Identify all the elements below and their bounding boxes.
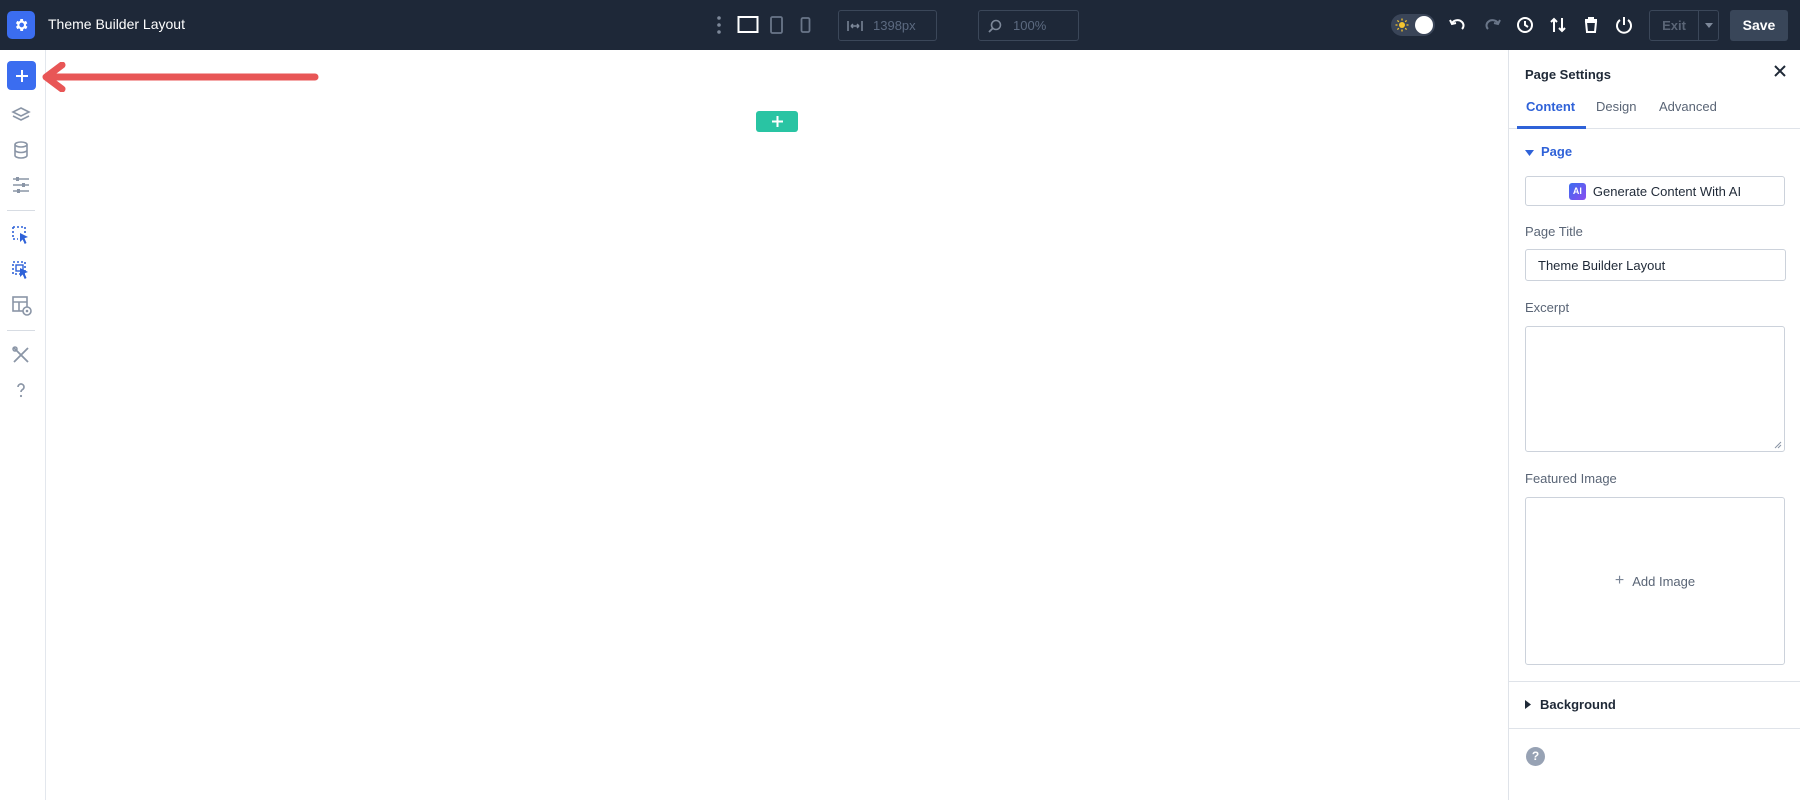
caret-down-icon — [1525, 150, 1534, 156]
redo-icon[interactable] — [1482, 15, 1502, 35]
settings-gear-button[interactable] — [7, 11, 35, 39]
add-section-button[interactable] — [756, 111, 798, 132]
help-icon[interactable] — [11, 380, 31, 400]
section-divider — [1509, 728, 1800, 729]
toggle-knob — [1415, 16, 1433, 34]
desktop-view-icon[interactable] — [737, 15, 759, 35]
plus-icon — [15, 69, 28, 82]
tablet-view-icon[interactable] — [769, 15, 785, 35]
featured-image-upload[interactable]: + Add Image — [1525, 497, 1785, 665]
background-section-toggle[interactable]: Background — [1525, 697, 1616, 712]
active-tab-indicator — [1517, 126, 1586, 129]
page-title-label: Page Title — [1525, 224, 1583, 239]
generate-ai-button[interactable]: AI Generate Content With AI — [1525, 176, 1785, 206]
add-image-label: Add Image — [1632, 573, 1696, 589]
caret-down-icon — [1704, 23, 1713, 28]
section-divider — [1509, 681, 1800, 682]
tab-advanced[interactable]: Advanced — [1659, 99, 1717, 114]
database-icon[interactable] — [11, 140, 31, 160]
page-section-label: Page — [1541, 144, 1573, 159]
ai-icon: AI — [1568, 182, 1586, 200]
portability-icon[interactable] — [1548, 15, 1568, 35]
settings-tabs: Content Design Advanced — [1509, 92, 1800, 129]
left-sidebar — [0, 50, 46, 800]
page-title-input[interactable]: Theme Builder Layout — [1525, 249, 1786, 281]
rail-divider — [7, 210, 35, 211]
rail-divider — [7, 330, 35, 331]
close-icon[interactable] — [1773, 64, 1787, 78]
history-icon[interactable] — [1515, 15, 1535, 35]
annotation-arrow-icon — [42, 62, 319, 92]
help-button[interactable]: ? — [1526, 747, 1545, 766]
top-toolbar: Theme Builder Layout 1398px 100% Exit Sa… — [0, 0, 1800, 50]
width-arrows-icon — [847, 20, 863, 31]
add-module-button[interactable] — [7, 61, 36, 90]
canvas-width-value: 1398px — [873, 18, 916, 33]
exit-dropdown[interactable] — [1698, 11, 1718, 40]
zoom-value: 100% — [1013, 18, 1047, 33]
canvas-width-field[interactable]: 1398px — [838, 10, 937, 41]
resize-grip-icon[interactable] — [1774, 441, 1782, 449]
more-options-icon[interactable] — [716, 15, 722, 35]
zoom-icon — [988, 19, 1002, 33]
caret-right-icon — [1525, 700, 1531, 709]
plus-icon — [771, 116, 783, 127]
tab-content[interactable]: Content — [1526, 99, 1575, 114]
power-icon[interactable] — [1614, 15, 1634, 35]
clear-layout-icon[interactable] — [1581, 15, 1601, 35]
select-cursor-icon[interactable] — [11, 225, 31, 247]
select-multi-cursor-icon[interactable] — [11, 260, 31, 282]
page-section-toggle[interactable]: Page — [1525, 144, 1572, 159]
phone-view-icon[interactable] — [799, 15, 813, 35]
app-title: Theme Builder Layout — [48, 16, 185, 32]
exit-button[interactable]: Exit — [1649, 10, 1719, 41]
gear-icon — [15, 19, 28, 31]
generate-ai-label: Generate Content With AI — [1592, 183, 1742, 199]
excerpt-textarea[interactable] — [1525, 326, 1785, 452]
sun-icon — [1395, 18, 1409, 32]
layers-icon[interactable] — [11, 105, 31, 125]
panel-title: Page Settings — [1525, 67, 1611, 82]
exit-label: Exit — [1662, 18, 1686, 33]
save-button[interactable]: Save — [1730, 10, 1788, 41]
tools-icon[interactable] — [11, 345, 31, 365]
layout-view-icon[interactable] — [11, 295, 33, 317]
tab-design[interactable]: Design — [1596, 99, 1636, 114]
theme-toggle[interactable] — [1391, 14, 1435, 36]
plus-icon: + — [1614, 572, 1625, 589]
sliders-icon[interactable] — [11, 175, 31, 195]
excerpt-label: Excerpt — [1525, 300, 1570, 315]
zoom-field[interactable]: 100% — [978, 10, 1079, 41]
undo-icon[interactable] — [1448, 15, 1468, 35]
page-settings-panel: Page Settings Content Design Advanced Pa… — [1508, 50, 1800, 800]
background-section-label: Background — [1540, 697, 1616, 712]
featured-image-label: Featured Image — [1525, 471, 1617, 486]
